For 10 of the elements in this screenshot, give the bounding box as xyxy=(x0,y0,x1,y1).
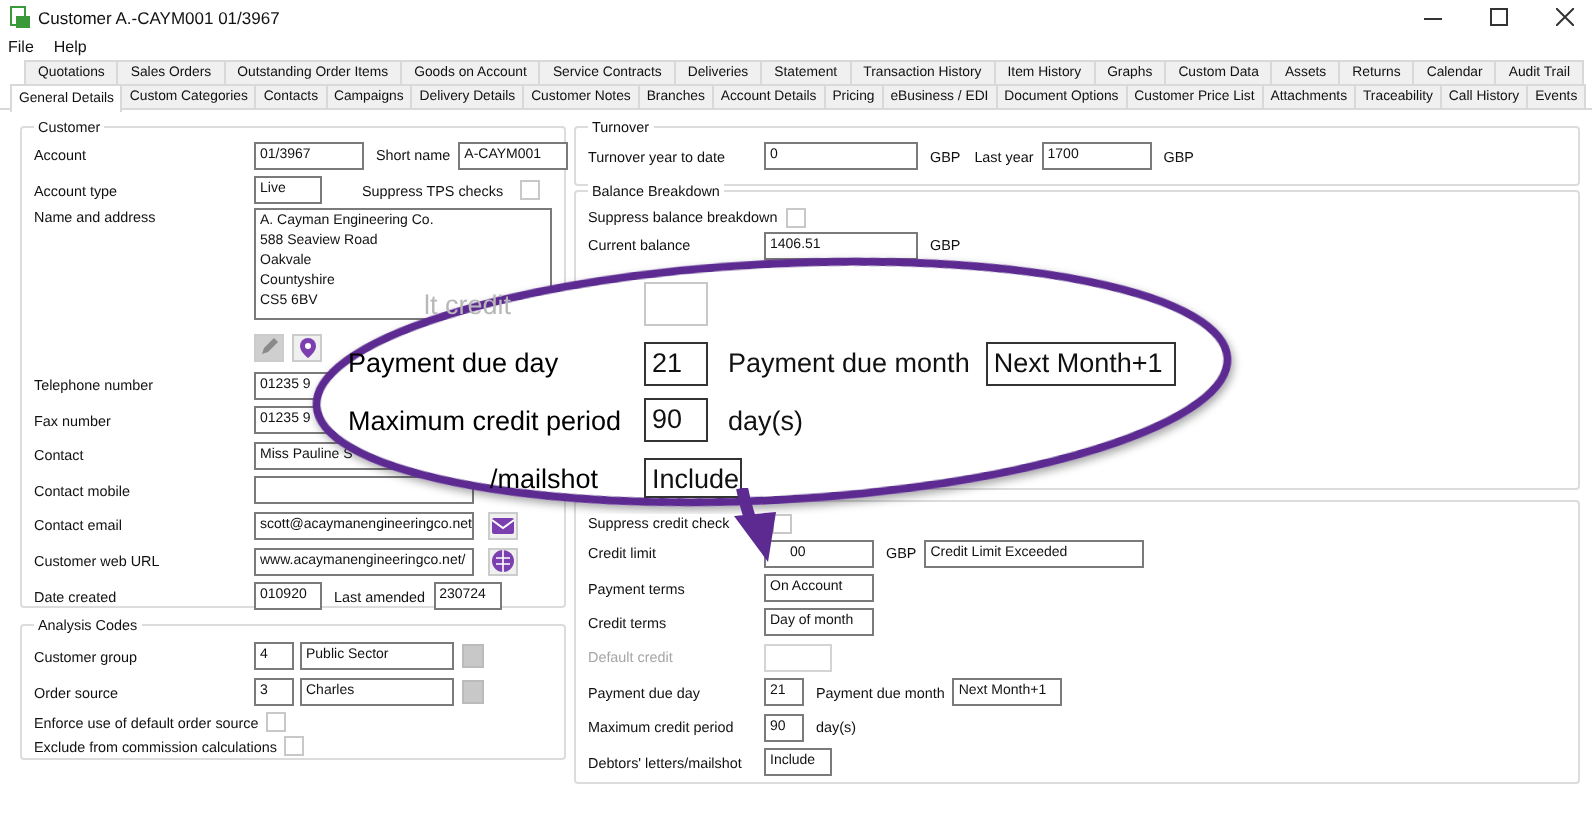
input-field: Next Month+1 xyxy=(985,341,1176,386)
field-label: Maximum credit period xyxy=(348,405,622,436)
field-label: /mailshot xyxy=(490,463,599,494)
input-field: 21 xyxy=(644,341,708,386)
input-field: Include xyxy=(644,458,742,499)
window-title: Customer A.-CAYM001 01/3967 xyxy=(38,7,282,27)
field-label: Payment due month xyxy=(728,348,970,379)
field-label: Payment due day xyxy=(348,348,559,379)
field-label: day(s) xyxy=(728,405,804,436)
input-field: 90 xyxy=(644,398,708,443)
